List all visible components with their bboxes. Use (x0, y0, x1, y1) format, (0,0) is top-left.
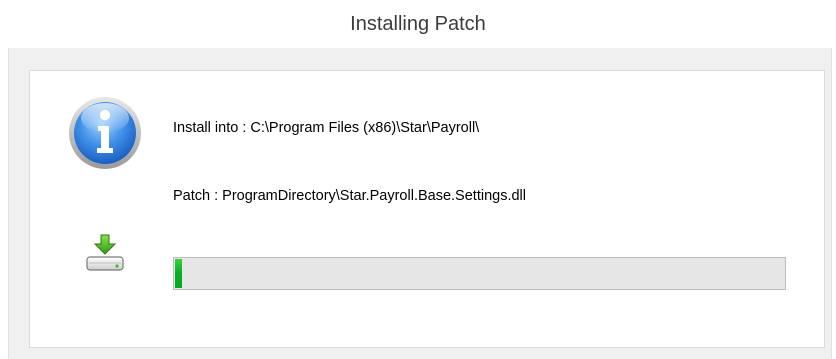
patch-file-text: Patch : ProgramDirectory\Star.Payroll.Ba… (173, 188, 526, 204)
progress-bar-fill (175, 259, 182, 288)
install-progress-bar (173, 257, 786, 290)
content-panel: Install into : C:\Program Files (x86)\St… (29, 70, 825, 348)
window-title: Installing Patch (350, 13, 486, 35)
window-client-area: Install into : C:\Program Files (x86)\St… (8, 48, 832, 359)
info-icon (69, 97, 141, 169)
title-bar[interactable]: Installing Patch (0, 0, 836, 48)
installer-window: Installing Patch Install into: C:\Progr… (0, 0, 836, 359)
install-path-text: Install into : C:\Program Files (x86)\St… (173, 120, 480, 136)
install-download-icon (86, 234, 124, 271)
